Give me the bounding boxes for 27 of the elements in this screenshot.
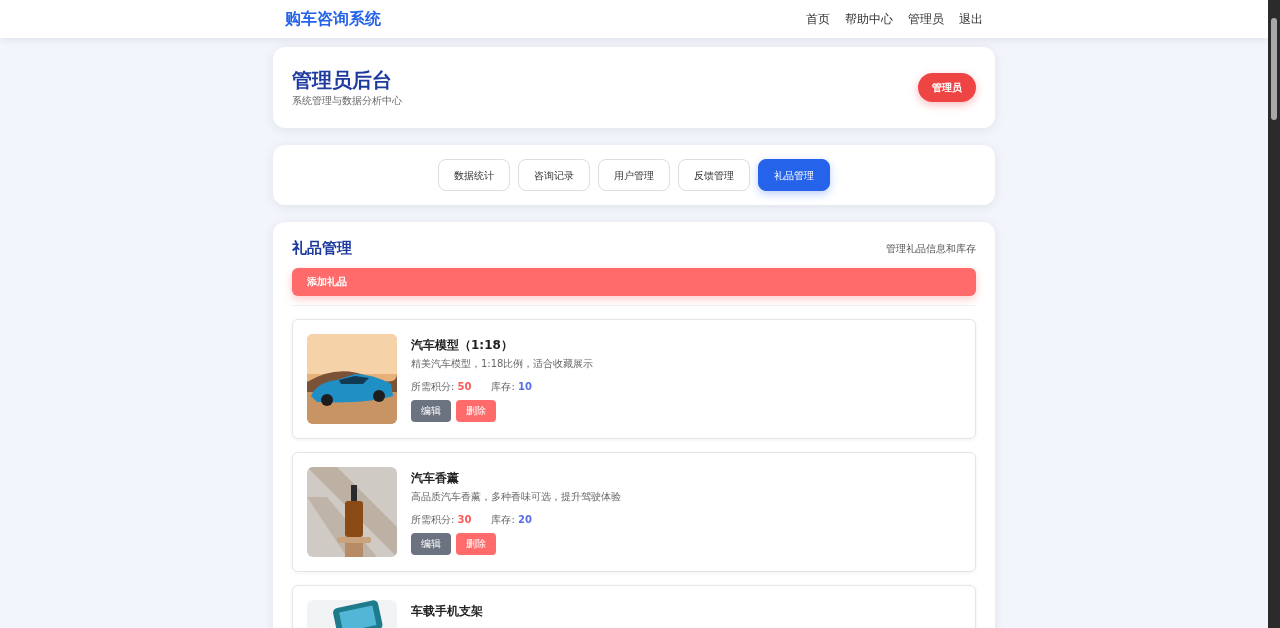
nav-link[interactable]: 首页 (806, 10, 830, 28)
edit-button[interactable]: 编辑 (411, 532, 451, 555)
points-label: 所需积分: 30 (411, 512, 472, 527)
nav-link[interactable]: 帮助中心 (845, 10, 893, 28)
gift-name: 汽车模型（1:18） (411, 336, 514, 354)
nav-link[interactable]: 管理员 (908, 10, 944, 28)
stock-label: 库存: 10 (491, 379, 532, 394)
gift-description: 高品质汽车香薰，多种香味可选，提升驾驶体验 (411, 489, 621, 504)
brand-logo[interactable]: 购车咨询系统 (285, 7, 381, 31)
gift-name: 汽车香薰 (411, 469, 460, 487)
page-title: 管理员后台 (292, 67, 393, 93)
section-title: 礼品管理 (292, 238, 352, 259)
tab[interactable]: 礼品管理 (758, 159, 830, 191)
tab[interactable]: 咨询记录 (518, 159, 590, 191)
scrollbar[interactable] (1268, 0, 1280, 628)
section-hint: 管理礼品信息和库存 (886, 241, 976, 256)
gift-name: 车载手机支架 (411, 602, 483, 620)
tab[interactable]: 用户管理 (598, 159, 670, 191)
gift-description: 精美汽车模型，1:18比例，适合收藏展示 (411, 356, 594, 371)
tab[interactable]: 数据统计 (438, 159, 510, 191)
tab[interactable]: 反馈管理 (678, 159, 750, 191)
nav-link[interactable]: 退出 (959, 10, 983, 28)
role-badge: 管理员 (918, 73, 976, 102)
edit-button[interactable]: 编辑 (411, 399, 451, 422)
points-label: 所需积分: 50 (411, 379, 472, 394)
stock-label: 库存: 20 (491, 512, 532, 527)
page-subtitle: 系统管理与数据分析中心 (292, 94, 402, 108)
